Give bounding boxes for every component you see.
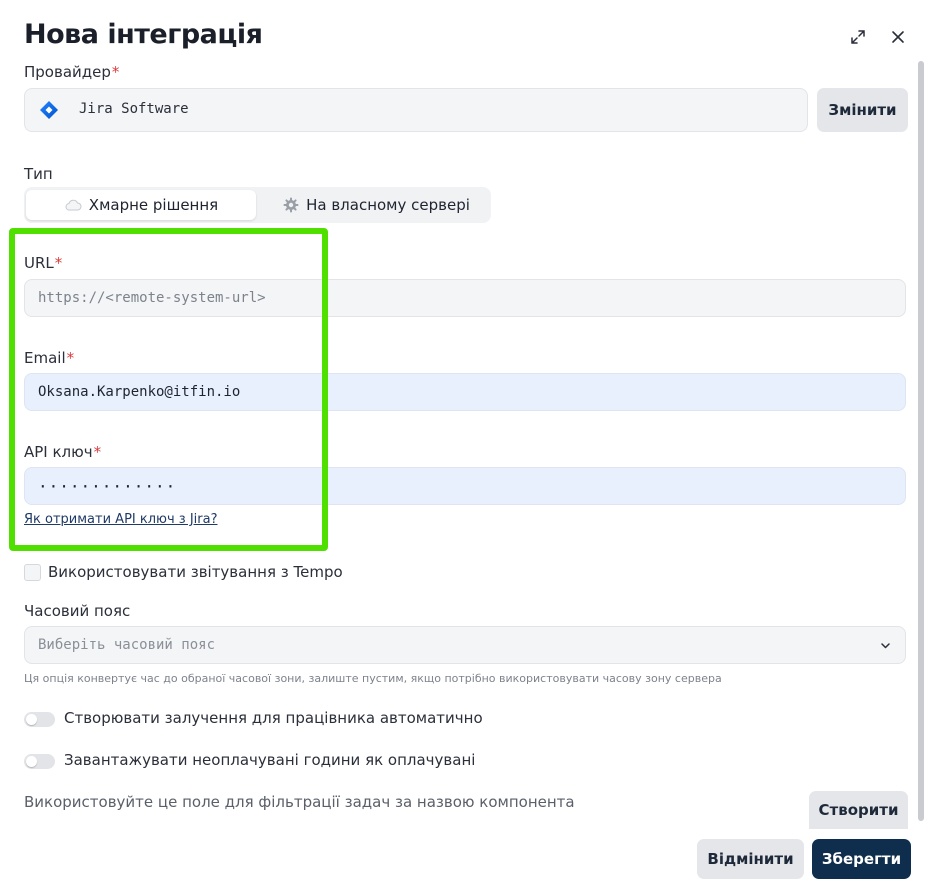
unpaid-as-paid-toggle[interactable] — [24, 754, 55, 769]
email-label: Email* — [24, 349, 75, 367]
provider-field: Jira Software — [24, 88, 808, 132]
scrollbar[interactable] — [918, 61, 924, 821]
type-segmented-control: Хмарне рішення На власному сервері — [24, 187, 491, 223]
unpaid-as-paid-label: Завантажувати неоплачувані години як опл… — [64, 751, 476, 769]
url-placeholder: https://<remote-system-url> — [38, 290, 266, 306]
type-label: Тип — [24, 165, 53, 183]
email-input[interactable]: Oksana.Karpenko@itfin.io — [24, 373, 906, 411]
timezone-hint: Ця опція конвертує час до обраної часово… — [24, 672, 722, 685]
provider-label: Провайдер* — [24, 63, 120, 81]
cloud-icon — [64, 199, 82, 211]
url-label: URL* — [24, 254, 63, 272]
new-integration-dialog: Нова інтеграція Провайдер* Jira Software… — [3, 3, 924, 889]
close-icon[interactable] — [888, 27, 908, 47]
api-key-input[interactable]: ············· — [24, 467, 906, 505]
timezone-placeholder: Виберіть часовий пояс — [38, 637, 216, 653]
type-option-server[interactable]: На власному сервері — [264, 190, 489, 220]
email-value: Oksana.Karpenko@itfin.io — [38, 384, 241, 400]
type-option-cloud-label: Хмарне рішення — [88, 196, 219, 214]
create-button[interactable]: Створити — [809, 791, 908, 829]
url-input[interactable]: https://<remote-system-url> — [24, 279, 906, 317]
expand-icon[interactable] — [848, 27, 868, 47]
auto-engagement-label: Створювати залучення для працівника авто… — [64, 709, 483, 727]
provider-name: Jira Software — [79, 101, 189, 117]
type-option-cloud[interactable]: Хмарне рішення — [26, 190, 256, 220]
api-key-masked-value: ············· — [38, 476, 177, 496]
jira-logo-icon — [40, 101, 58, 119]
api-key-help-link[interactable]: Як отримати API ключ з Jira? — [24, 512, 218, 527]
timezone-label: Часовий пояс — [24, 602, 131, 620]
gear-icon — [283, 197, 299, 213]
change-provider-button[interactable]: Змінити — [817, 88, 908, 132]
api-key-label: API ключ* — [24, 443, 102, 461]
type-option-server-label: На власному сервері — [306, 196, 470, 214]
save-button[interactable]: Зберегти — [812, 839, 911, 879]
dialog-title: Нова інтеграція — [24, 19, 263, 50]
chevron-down-icon — [881, 643, 890, 649]
tempo-checkbox[interactable] — [24, 564, 41, 581]
component-filter-text: Використовуйте це поле для фільтрації за… — [24, 793, 575, 811]
auto-engagement-toggle[interactable] — [24, 712, 55, 727]
tempo-checkbox-label: Використовувати звітування з Tempo — [48, 563, 343, 581]
cancel-button[interactable]: Відмінити — [697, 839, 804, 879]
timezone-select[interactable]: Виберіть часовий пояс — [24, 626, 906, 664]
